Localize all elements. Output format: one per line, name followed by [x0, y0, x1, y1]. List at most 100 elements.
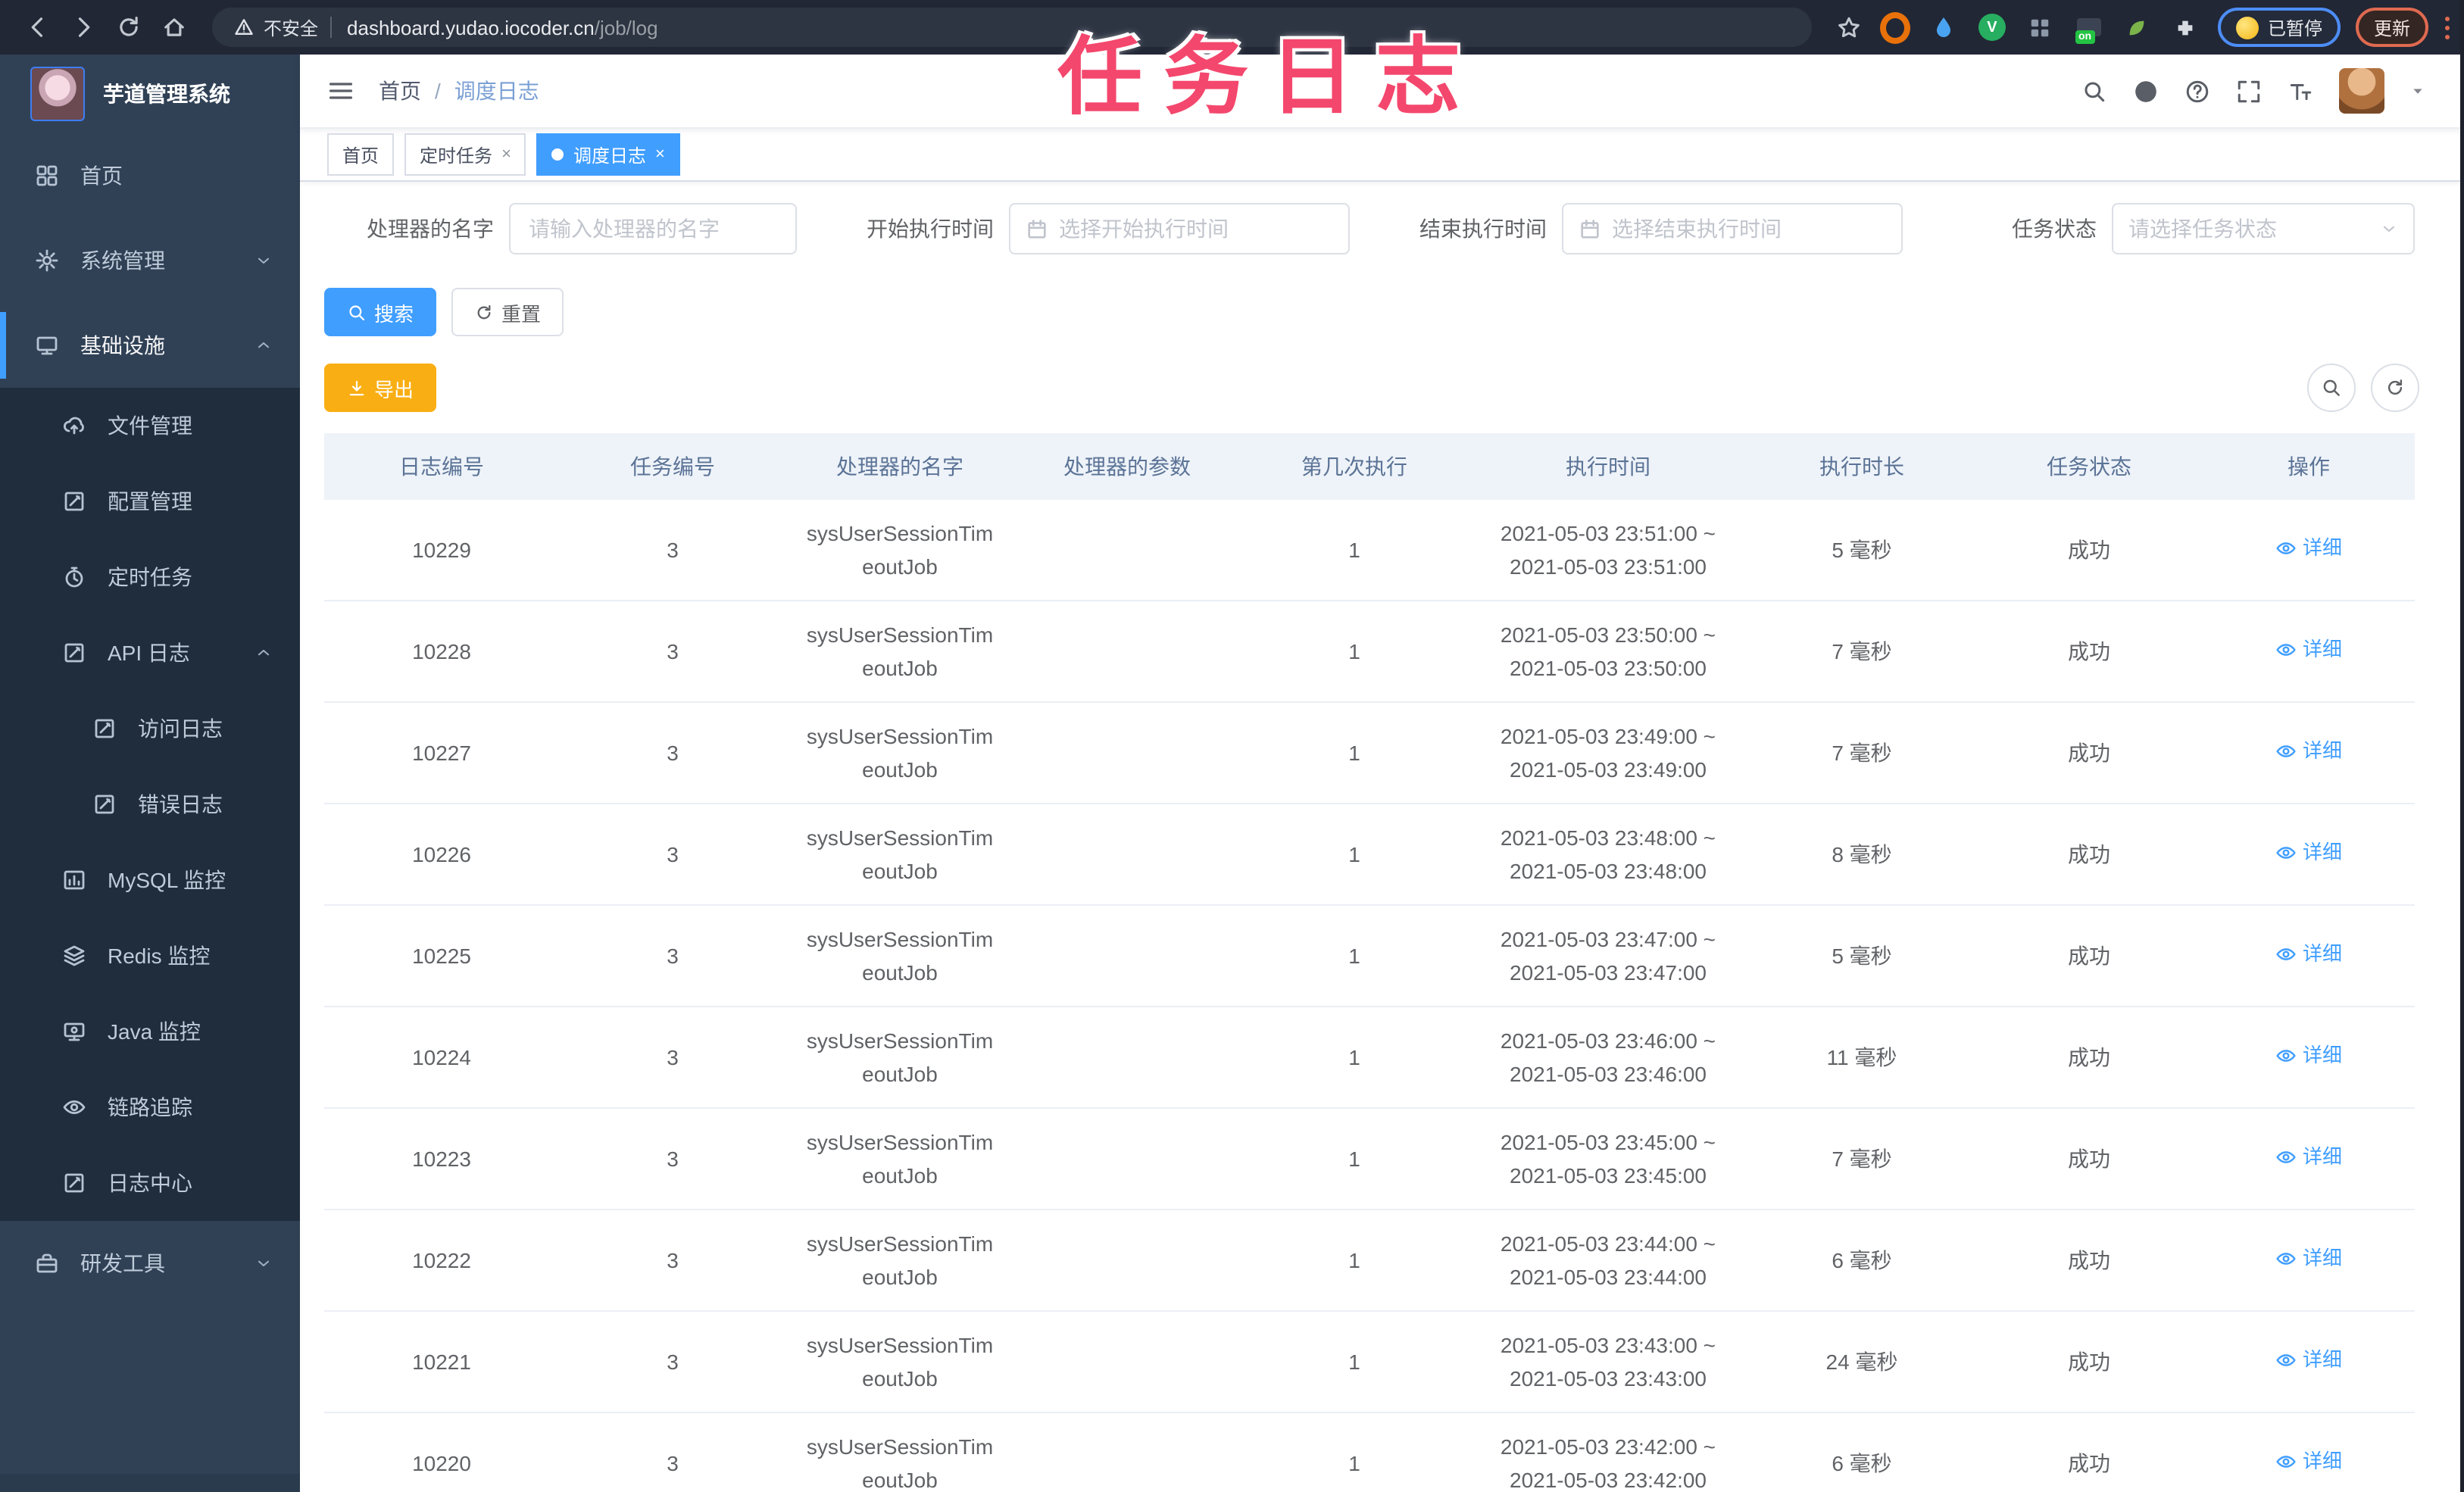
- table-row: 10221 3 sysUserSessionTim eoutJob 1 2021-…: [324, 1311, 2415, 1413]
- detail-link[interactable]: 详细: [2275, 1344, 2342, 1377]
- sidebar-item-redis-monitor[interactable]: Redis 监控: [0, 918, 300, 994]
- dashboard-icon: [35, 164, 59, 188]
- col-handler-param: 处理器的参数: [1013, 433, 1241, 500]
- tag-home[interactable]: 首页: [327, 133, 395, 176]
- sidebar-item-api-log[interactable]: API 日志: [0, 615, 300, 691]
- status-select[interactable]: 请选择任务状态: [2112, 203, 2415, 254]
- puzzle-icon[interactable]: [2171, 12, 2201, 42]
- window-edge: [2460, 0, 2464, 1492]
- end-time-placeholder: 选择结束执行时间: [1612, 217, 1782, 241]
- hamburger-icon[interactable]: [327, 77, 354, 105]
- leaf-extension-icon[interactable]: [2122, 12, 2153, 42]
- font-size-icon[interactable]: [2288, 78, 2313, 104]
- sidebar-item-scheduled-tasks[interactable]: 定时任务: [0, 539, 300, 615]
- detail-link[interactable]: 详细: [2275, 1445, 2342, 1478]
- update-label: 更新: [2373, 17, 2410, 39]
- avatar[interactable]: [2339, 68, 2384, 114]
- toolbar-row: 导出: [324, 364, 2464, 412]
- sidebar-item-trace[interactable]: 链路追踪: [0, 1069, 300, 1145]
- app-logo: [30, 67, 85, 121]
- url-host: dashboard.yudao.iocoder.cn: [347, 16, 595, 39]
- sidebar: 芋道管理系统 首页 系统管理 基础设施 文件管理 配置管理 定时任务 API 日…: [0, 55, 300, 1492]
- chevron-down-icon[interactable]: [2410, 83, 2425, 98]
- log-edit-icon: [92, 716, 117, 741]
- refresh-icon: [474, 302, 494, 322]
- handler-name-input[interactable]: [526, 215, 780, 242]
- ring-extension-icon[interactable]: [1879, 11, 1910, 43]
- sidebar-item-infrastructure[interactable]: 基础设施: [0, 303, 300, 388]
- eye-icon: [2275, 741, 2297, 762]
- end-time-label: 结束执行时间: [1419, 217, 1547, 241]
- help-icon[interactable]: [2184, 78, 2210, 104]
- home-icon[interactable]: [161, 14, 188, 41]
- table-row: 10224 3 sysUserSessionTim eoutJob 1 2021-…: [324, 1007, 2415, 1109]
- grid-extension-icon[interactable]: [2025, 12, 2056, 42]
- search-icon[interactable]: [2081, 78, 2107, 104]
- sidebar-item-error-log[interactable]: 错误日志: [0, 766, 300, 842]
- eye-icon: [62, 1095, 86, 1119]
- fullscreen-icon[interactable]: [2236, 78, 2262, 104]
- detail-link[interactable]: 详细: [2275, 938, 2342, 971]
- close-icon[interactable]: ×: [501, 145, 511, 164]
- breadcrumb: 首页 / 调度日志: [379, 76, 539, 106]
- sidebar-item-file-management[interactable]: 文件管理: [0, 388, 300, 464]
- address-bar[interactable]: 不安全 dashboard.yudao.iocoder.cn/job/log: [212, 8, 1812, 47]
- filter-form: 处理器的名字 开始执行时间 选择开始执行时间 结束执行时间 选择结束执行时间 任…: [324, 203, 2464, 254]
- export-button[interactable]: 导出: [324, 364, 437, 412]
- tag-scheduled-tasks[interactable]: 定时任务 ×: [404, 133, 526, 176]
- github-icon[interactable]: [2133, 78, 2159, 104]
- breadcrumb-separator: /: [435, 79, 441, 103]
- sidebar-item-mysql-monitor[interactable]: MySQL 监控: [0, 842, 300, 918]
- close-icon[interactable]: ×: [655, 145, 665, 164]
- reset-button[interactable]: 重置: [451, 288, 564, 336]
- breadcrumb-home[interactable]: 首页: [379, 76, 421, 106]
- handler-name-input-wrap: [509, 203, 797, 254]
- sidebar-item-home[interactable]: 首页: [0, 133, 300, 218]
- download-icon: [347, 378, 367, 398]
- sidebar-item-java-monitor[interactable]: Java 监控: [0, 994, 300, 1069]
- toolbox-icon: [35, 1251, 59, 1275]
- tag-job-log[interactable]: 调度日志 ×: [536, 133, 680, 176]
- end-time-picker[interactable]: 选择结束执行时间: [1562, 203, 1903, 254]
- sidebar-item-access-log[interactable]: 访问日志: [0, 691, 300, 766]
- sidebar-item-dev-tools[interactable]: 研发工具: [0, 1221, 300, 1306]
- log-edit-icon: [92, 792, 117, 816]
- detail-link[interactable]: 详细: [2275, 1039, 2342, 1072]
- refresh-table-button[interactable]: [2371, 364, 2419, 412]
- cloud-upload-icon: [62, 414, 86, 438]
- on-badge-extension-icon[interactable]: on: [2074, 12, 2104, 44]
- forward-icon[interactable]: [70, 14, 97, 41]
- profile-paused-button[interactable]: 已暂停: [2217, 8, 2341, 47]
- toggle-search-button[interactable]: [2307, 364, 2356, 412]
- detail-link[interactable]: 详细: [2275, 836, 2342, 869]
- detail-link[interactable]: 详细: [2275, 735, 2342, 768]
- layers-icon: [62, 944, 86, 968]
- active-dot: [551, 148, 564, 161]
- eye-icon: [2275, 1248, 2297, 1269]
- update-button[interactable]: 更新: [2355, 8, 2428, 47]
- star-icon[interactable]: [1836, 14, 1862, 40]
- gear-icon: [35, 248, 59, 273]
- search-button[interactable]: 搜索: [324, 288, 437, 336]
- table-row: 10225 3 sysUserSessionTim eoutJob 1 2021-…: [324, 905, 2415, 1007]
- col-status: 任务状态: [1975, 433, 2203, 500]
- check-extension-icon[interactable]: V: [1977, 12, 2007, 42]
- sidebar-item-log-center[interactable]: 日志中心: [0, 1145, 300, 1221]
- detail-link[interactable]: 详细: [2275, 1242, 2342, 1275]
- eye-icon: [2275, 1045, 2297, 1066]
- eye-icon: [2275, 1451, 2297, 1472]
- start-time-picker[interactable]: 选择开始执行时间: [1009, 203, 1350, 254]
- detail-link[interactable]: 详细: [2275, 633, 2342, 666]
- start-time-label: 开始执行时间: [867, 217, 994, 241]
- menu-dots-icon[interactable]: [2445, 16, 2450, 39]
- detail-link[interactable]: 详细: [2275, 1141, 2342, 1174]
- sidebar-item-config-management[interactable]: 配置管理: [0, 464, 300, 539]
- back-icon[interactable]: [24, 14, 52, 41]
- reload-icon[interactable]: [115, 14, 142, 41]
- security-label[interactable]: 不安全: [264, 14, 318, 40]
- search-icon: [2321, 377, 2342, 398]
- sidebar-item-system[interactable]: 系统管理: [0, 218, 300, 303]
- app-logo-row[interactable]: 芋道管理系统: [0, 55, 300, 133]
- drop-extension-icon[interactable]: [1928, 12, 1959, 42]
- detail-link[interactable]: 详细: [2275, 532, 2342, 565]
